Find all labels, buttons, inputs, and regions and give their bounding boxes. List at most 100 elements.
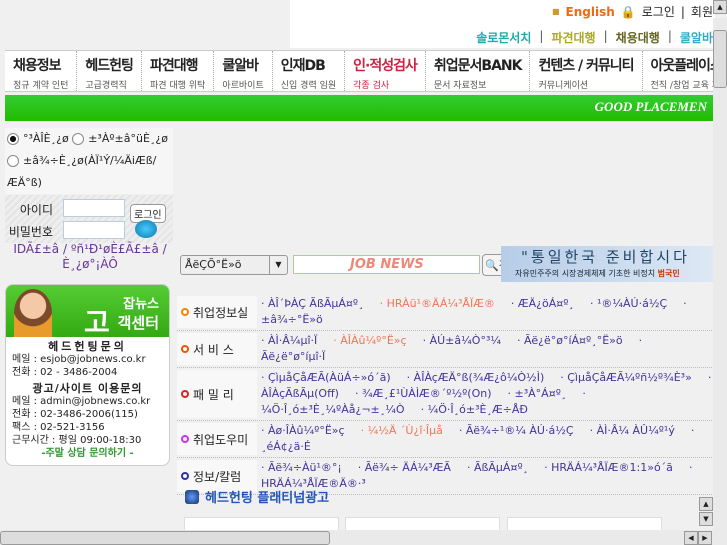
service-links: 솔로몬서치 | 파견대행 | 채용대행 | 쿨알바 (476, 29, 713, 46)
category-link[interactable]: ÃßÃµÁ¤º¸ (474, 461, 528, 474)
nav-item-label: 취업문서BANK (433, 58, 523, 74)
horizontal-scroll-thumb[interactable] (0, 531, 330, 545)
nav-item[interactable]: 파견대행파견 대행 위탁 (142, 51, 215, 91)
radio-label: ±³Àº±â°üÈ¸¿ø (88, 132, 168, 145)
nav-item-label: 파견대행 (149, 58, 199, 74)
radio-personal[interactable] (7, 133, 19, 145)
category-link[interactable]: Ãë¾÷ ÄÁ¼³ÆÃ (365, 461, 451, 474)
nav-item[interactable]: 컨텐츠 / 커뮤니티 커뮤니케이션 (530, 51, 643, 91)
nav-item-sub: 커뮤니케이션 (538, 81, 589, 91)
unification-banner[interactable]: "통일한국 준비합시다자유민주주의 시장경제체제 기초한 비정치 범국민 (501, 246, 713, 282)
category-link[interactable]: ÀÌ·Â¼­µî·Ï (268, 334, 317, 347)
category-label[interactable]: 서 비 스 (177, 333, 257, 365)
category-link[interactable]: ÇìµåÇåÆÃ¼ºñ½º¾È³» (567, 371, 692, 384)
category-name: 서 비 스 (193, 342, 234, 357)
category-link[interactable]: ¾Æ¸£¹ÙÀÌÆ®´º½º(On) (362, 387, 492, 400)
category-link[interactable]: ¼Ö·Î¸ó±³È¸¼ºÀå¿¬±¸¼Ò (261, 403, 405, 416)
nav-item[interactable]: 채용정보 정규 계약 인턴 (5, 51, 78, 91)
ad-box[interactable] (507, 517, 662, 530)
nav-item-sub: 파견 대행 위탁 (149, 81, 206, 91)
category-link[interactable]: ÇìµåÇåÆÃ(ÀüÁ÷»ó´ã) (268, 371, 391, 384)
category-link[interactable]: HRÀü¹®ÄÁ¼³ÅÏÆ® (387, 297, 495, 310)
category-link[interactable]: ÀÚ±â¼Ò°³¼­ (430, 334, 501, 347)
vertical-scroll-thumb[interactable] (713, 30, 727, 88)
weekend-inquiry-link[interactable]: -주말 상담 문의하기 - (12, 447, 163, 460)
category-link[interactable]: Àø·ÎÀû¼º°Ë»ç (268, 424, 345, 437)
chevron-down-icon[interactable]: ▼ (269, 256, 287, 274)
signup-link[interactable]: È¸¿ø°¡ÀÔ (62, 257, 118, 271)
category-link[interactable]: ÀÎÀçÆÄ°ß(¾Æ¿ô¼Ò½Ì) (414, 371, 545, 384)
category-link[interactable]: Ãë¾÷Àü¹®°¡ (268, 461, 342, 474)
category-link[interactable]: ¼½Ä ´Ù¿î·Îµå (368, 424, 443, 437)
category-label[interactable]: 패 밀 리 (177, 370, 257, 418)
solomon-search-link[interactable]: 솔로몬서치 (476, 29, 531, 46)
operator-avatar (14, 289, 52, 337)
dispatch-link[interactable]: 파견대행 (551, 29, 595, 46)
radio-label: °³ÀÎÈ¸¿ø (23, 132, 69, 145)
password-input[interactable] (63, 221, 125, 239)
cool-alba-link[interactable]: 쿨알바 (680, 29, 713, 46)
select-value: ÅëÇÕ°Ë»ö (185, 258, 242, 271)
nav-item-sub: 각종 검사 (353, 81, 390, 91)
nav-item[interactable]: 인재DB 신입 경력 임원 (273, 51, 346, 91)
login-link[interactable]: 로그인 (642, 3, 675, 20)
inner-scroll-up-icon[interactable]: ▲ (699, 497, 713, 511)
category-label[interactable]: 취업도우미 (177, 423, 257, 455)
scroll-up-icon[interactable]: ▲ (713, 0, 727, 14)
category-label[interactable]: 취업정보실 (177, 296, 257, 328)
nav-item[interactable]: 취업문서BANK 문서 자료정보 (426, 51, 531, 91)
nav-item-label: 헤드헌팅 (85, 58, 134, 74)
cc-title: 객센터 (117, 314, 159, 332)
category-link[interactable]: ÀÌ·Â¼ ÀÛ¼º¹ý (597, 424, 675, 437)
nav-item[interactable]: 헤드헌팅 고급경력직 (77, 51, 142, 91)
cc-go: 고 (84, 306, 110, 339)
category-link[interactable]: Ãë¾÷¹®¼ ÀÚ·á½Ç (466, 424, 574, 437)
banner-text-highlight: 범국민 (657, 269, 680, 278)
nav-item[interactable]: 인·적성검사 각종 검사 (345, 51, 426, 91)
scroll-left-icon[interactable]: ◀ (684, 531, 698, 545)
nav-item[interactable]: 쿨알바 아르바이트 (214, 51, 273, 91)
id-input[interactable] (63, 199, 125, 217)
category-link[interactable]: ¹®¼ÀÚ·á½Ç (597, 297, 667, 310)
category-link[interactable]: ÀÎ´ÞÀÇ ÃßÃµÁ¤º¸ (268, 297, 364, 310)
category-link[interactable]: ÀÎÀû¼º°Ë»ç (340, 334, 406, 347)
find-id-link[interactable]: IDÃ£±â (13, 242, 59, 256)
tel-1: 전화 : 02 - 3486-2004 (12, 367, 118, 378)
key-icon (135, 220, 157, 238)
circle-icon (181, 308, 189, 316)
ad-box[interactable] (345, 517, 500, 530)
category-link[interactable]: ÀÎÀçÃßÃµ(Off) (261, 387, 339, 400)
radio-company[interactable] (7, 155, 19, 167)
category-rows: 취업정보실 · ÀÎ´ÞÀÇ ÃßÃµÁ¤º¸ · HRÀü¹®ÄÁ¼³ÅÏÆ® · … (177, 294, 712, 495)
category-row: 서 비 스 · ÀÌ·Â¼­µî·Ï · ÀÎÀû¼º°Ë»ç · ÀÚ±â¼Ò°³¼… (177, 331, 712, 368)
category-link[interactable]: ¼Ö·Î¸ó±³È¸Æ÷ÅÐ (428, 403, 528, 416)
category-link[interactable]: HRÄÁ¼³ÅÏÆ®1:1»ó´ã (551, 461, 673, 474)
category-name: 정보/칼럼 (193, 469, 242, 484)
category-link[interactable]: Ãë¿ë°ø°íµî·Ï (261, 350, 325, 363)
category-link[interactable]: ±³À°Á¤º¸ (515, 387, 567, 400)
ad-box[interactable] (184, 517, 339, 530)
account-links: IDÃ£±â / ºñ¹Ð¹øÈ£Ã£±â / È¸¿ø°¡ÀÔ (13, 242, 167, 271)
search-category-select[interactable]: ÅëÇÕ°Ë»ö ▼ (180, 255, 288, 275)
inner-scroll-down-icon[interactable]: ▼ (699, 512, 713, 526)
banner-text: 자유민주주의 시장경제체제 기초한 비정치 (515, 269, 656, 278)
member-type-radios: °³ÀÎÈ¸¿ø ±³Àº±â°üÈ¸¿ø ±â¾÷È¸¿ø(ÀÏ¹Ý/¼ÄiÆ… (5, 128, 173, 194)
find-pw-link[interactable]: ºñ¹Ð¹øÈ£Ã£±â (71, 242, 159, 256)
category-link[interactable]: ±â¾÷°Ë»ö (261, 313, 323, 326)
jobnews-watermark: JOB NEWS (350, 257, 424, 272)
join-link[interactable]: 회원 (691, 3, 713, 20)
english-link[interactable]: English (566, 5, 615, 19)
category-link[interactable]: Ãë¿ë°ø°íÁ¤º¸°Ë»ö (524, 334, 623, 347)
recruit-agency-link[interactable]: 채용대행 (616, 29, 660, 46)
category-link[interactable]: ¸éÁ¢¿ä·É (261, 440, 311, 453)
category-link[interactable]: ÆÄ¿öÁ¤º¸ (518, 297, 574, 310)
scroll-right-icon[interactable]: ▶ (698, 531, 712, 545)
banner-title: "통일한국 준비합시다 (521, 248, 690, 266)
lock-icon: 🔒 (620, 4, 636, 19)
top-links: ■ English 🔒 로그인 | 회원 (551, 3, 713, 20)
radio-school[interactable] (72, 133, 85, 145)
green-banner: GOOD PLACEMEN (5, 95, 713, 121)
platinum-ad-heading: 헤드헌팅 플래티넘광고 (185, 487, 329, 506)
vertical-scrollbar[interactable] (713, 18, 727, 545)
radio-label: ±â¾÷È¸¿ø(ÀÏ¹Ý/¼ÄiÆß/ÆÄ°ß) (7, 154, 157, 189)
